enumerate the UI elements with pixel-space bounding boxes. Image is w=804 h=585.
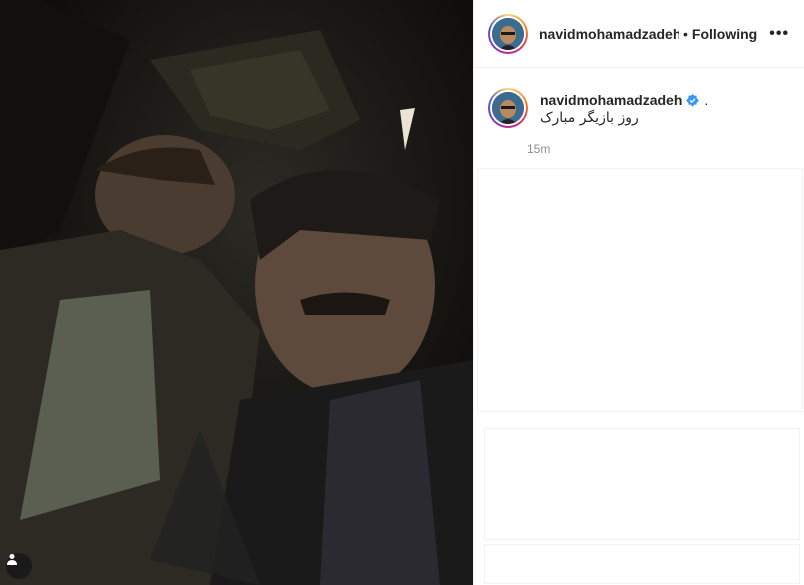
post-sidebar: navidmohamadzadeh • Following ••• navidm… <box>473 0 804 585</box>
caption-text: روز بازیگر مبارک <box>540 110 639 126</box>
empty-panel-area <box>477 168 803 412</box>
avatar-image <box>492 17 524 50</box>
caption-avatar-image <box>492 92 524 124</box>
post-viewer: navidmohamadzadeh • Following ••• navidm… <box>0 0 804 585</box>
separator-dot: • <box>683 25 688 42</box>
caption: navidmohamadzadeh . روز بازیگر مبارک <box>474 68 804 128</box>
user-icon <box>7 554 17 565</box>
post-photo[interactable] <box>0 0 473 585</box>
header-username[interactable]: navidmohamadzadeh <box>539 26 679 42</box>
tag-user-button[interactable] <box>6 553 32 579</box>
post-header: navidmohamadzadeh • Following ••• <box>474 0 804 68</box>
more-options-button[interactable]: ••• <box>769 25 789 43</box>
caption-username[interactable]: navidmohamadzadeh <box>540 92 682 108</box>
empty-panel-area <box>484 428 800 540</box>
empty-panel-area <box>484 544 800 584</box>
caption-trailing: . <box>704 92 709 108</box>
avatar[interactable] <box>488 13 528 54</box>
verified-badge-icon <box>686 93 700 107</box>
post-timestamp[interactable]: 15m <box>527 142 804 156</box>
following-button[interactable]: Following <box>692 26 757 42</box>
caption-avatar[interactable] <box>488 88 528 128</box>
photo-content <box>0 0 473 585</box>
